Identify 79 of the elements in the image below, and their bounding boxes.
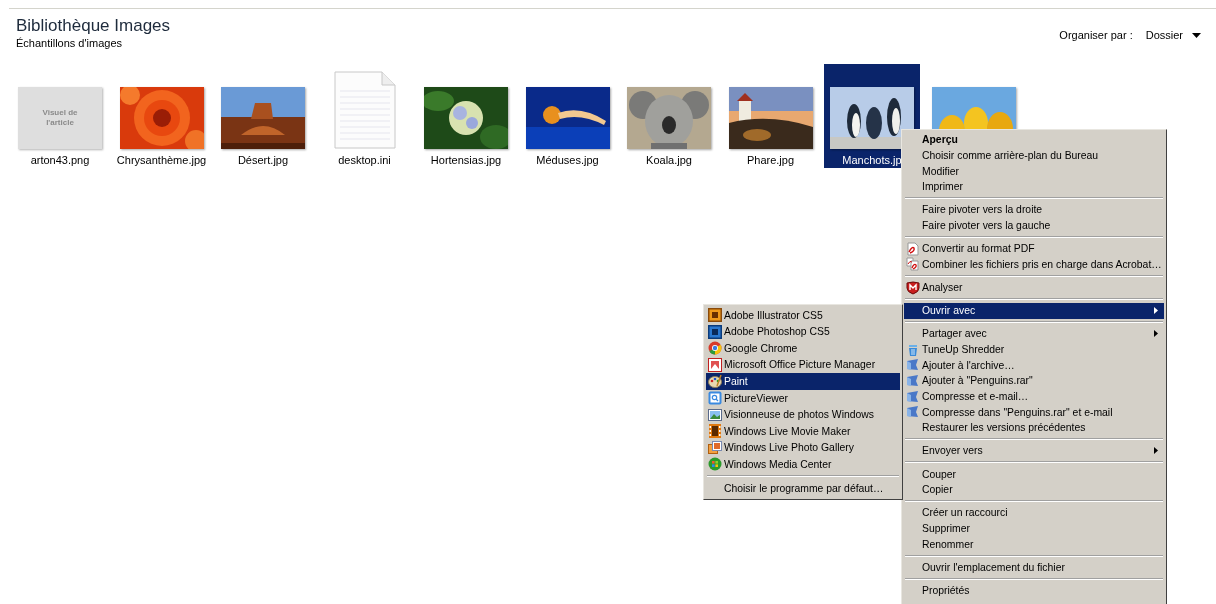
menu-item[interactable]: Ajouter à "Penguins.rar" (904, 373, 1164, 389)
file-name: Phare.jpg (746, 153, 795, 167)
file-item[interactable]: Hortensias.jpg (418, 64, 514, 168)
menu-item[interactable]: Combiner les fichiers pris en charge dans Acrobat… (904, 256, 1164, 273)
menu-item[interactable]: Faire pivoter vers la gauche (904, 217, 1164, 234)
file-name: desktop.ini (338, 153, 391, 167)
archive-icon (906, 405, 920, 420)
document-icon (333, 71, 396, 149)
pdf-files-icon (906, 257, 920, 272)
file-name: arton43.png (30, 153, 90, 167)
library-subtitle: Échantillons d'images (16, 36, 124, 50)
film-strip-icon (708, 424, 722, 439)
file-name: Koala.jpg (646, 153, 692, 167)
menu-item[interactable]: Partager avec (904, 326, 1164, 342)
menu-item[interactable]: Supprimer (904, 520, 1164, 537)
menu-item[interactable]: Ouvrir avec (904, 302, 1164, 319)
file-name: Manchots.jp (842, 153, 902, 167)
menu-item[interactable]: TuneUp Shredder (904, 341, 1164, 358)
menu-item[interactable]: Paint (706, 373, 900, 390)
organize-dropdown[interactable]: Dossier (1142, 27, 1204, 43)
menu-item[interactable]: Restaurer les versions précédentes (904, 420, 1164, 436)
caret-icon (1192, 32, 1201, 38)
file-item[interactable]: Méduses.jpg (519, 64, 616, 168)
menu-item[interactable]: Convertir au format PDF (904, 240, 1164, 257)
menu-item[interactable]: Windows Live Photo Gallery (706, 439, 900, 456)
menu-item[interactable]: Windows Live Movie Maker (706, 422, 900, 440)
menu-item[interactable]: Ajouter à l'archive… (904, 357, 1164, 374)
menu-item[interactable]: Adobe Photoshop CS5 (706, 323, 900, 341)
file-item[interactable]: desktop.ini (316, 64, 413, 168)
archive-icon (906, 389, 920, 404)
file-item[interactable]: Koala.jpg (621, 64, 717, 168)
menu-item[interactable]: Propriétés (904, 582, 1164, 599)
menu-item[interactable]: Renommer (904, 536, 1164, 553)
photo-gallery-icon (708, 440, 722, 455)
menu-item[interactable]: Windows Media Center (706, 455, 900, 473)
menu-item[interactable]: Analyser (904, 279, 1164, 296)
chrome-icon (708, 341, 722, 356)
illustrator-app-icon (708, 308, 722, 323)
menu-item[interactable]: Google Chrome (706, 340, 900, 357)
menu-item[interactable]: Créer un raccourci (904, 505, 1164, 521)
organize-label: Organiser par : (1059, 29, 1133, 41)
archive-icon (906, 358, 920, 373)
menu-item[interactable]: Copier (904, 481, 1164, 498)
file-name: Chrysanthème.jpg (116, 153, 207, 167)
media-center-icon (708, 457, 722, 472)
photo-viewer-icon (708, 407, 722, 422)
submenu-arrow-icon (1154, 330, 1158, 338)
file-name: Hortensias.jpg (430, 153, 502, 167)
photoshop-app-icon (708, 324, 722, 339)
file-name: Désert.jpg (237, 153, 289, 167)
file-item[interactable]: Désert.jpg (215, 64, 311, 168)
viewer-app-icon (708, 391, 722, 405)
menu-item[interactable]: Couper (904, 466, 1164, 482)
menu-item[interactable]: Visionneuse de photos Windows (706, 406, 900, 423)
file-item[interactable]: Visuel de l'article arton43.png (12, 64, 108, 168)
menu-item[interactable]: Imprimer (904, 178, 1164, 195)
file-item[interactable]: Chrysanthème.jpg (113, 64, 210, 168)
menu-item[interactable]: Microsoft Office Picture Manager (706, 356, 900, 374)
pdf-icon (906, 241, 920, 256)
placeholder-image: Visuel de l'article (18, 87, 102, 149)
picture-manager-icon (708, 357, 722, 372)
menu-item[interactable]: Choisir le programme par défaut… (706, 479, 900, 497)
submenu-arrow-icon (1154, 447, 1158, 455)
menu-item[interactable]: Adobe Illustrator CS5 (706, 307, 900, 324)
menu-item[interactable]: Compresse dans "Penguins.rar" et e-mail (904, 404, 1164, 420)
trash-bin-icon (906, 342, 920, 357)
library-title: Bibliothèque Images (16, 16, 171, 36)
menu-item[interactable]: PictureViewer (706, 389, 900, 407)
archive-icon (906, 373, 920, 388)
menu-item[interactable]: Faire pivoter vers la droite (904, 202, 1164, 218)
menu-item[interactable]: Compresse et e-mail… (904, 388, 1164, 405)
file-name: Méduses.jpg (536, 153, 599, 167)
shield-icon (906, 280, 920, 295)
menu-item[interactable]: Ouvrir l'emplacement du fichier (904, 559, 1164, 576)
submenu-arrow-icon (1154, 307, 1158, 315)
file-item[interactable]: Manchots.jp (824, 64, 920, 168)
menu-item[interactable]: Envoyer vers (904, 443, 1164, 459)
file-item[interactable]: Phare.jpg (722, 64, 819, 168)
palette-icon (708, 374, 722, 389)
